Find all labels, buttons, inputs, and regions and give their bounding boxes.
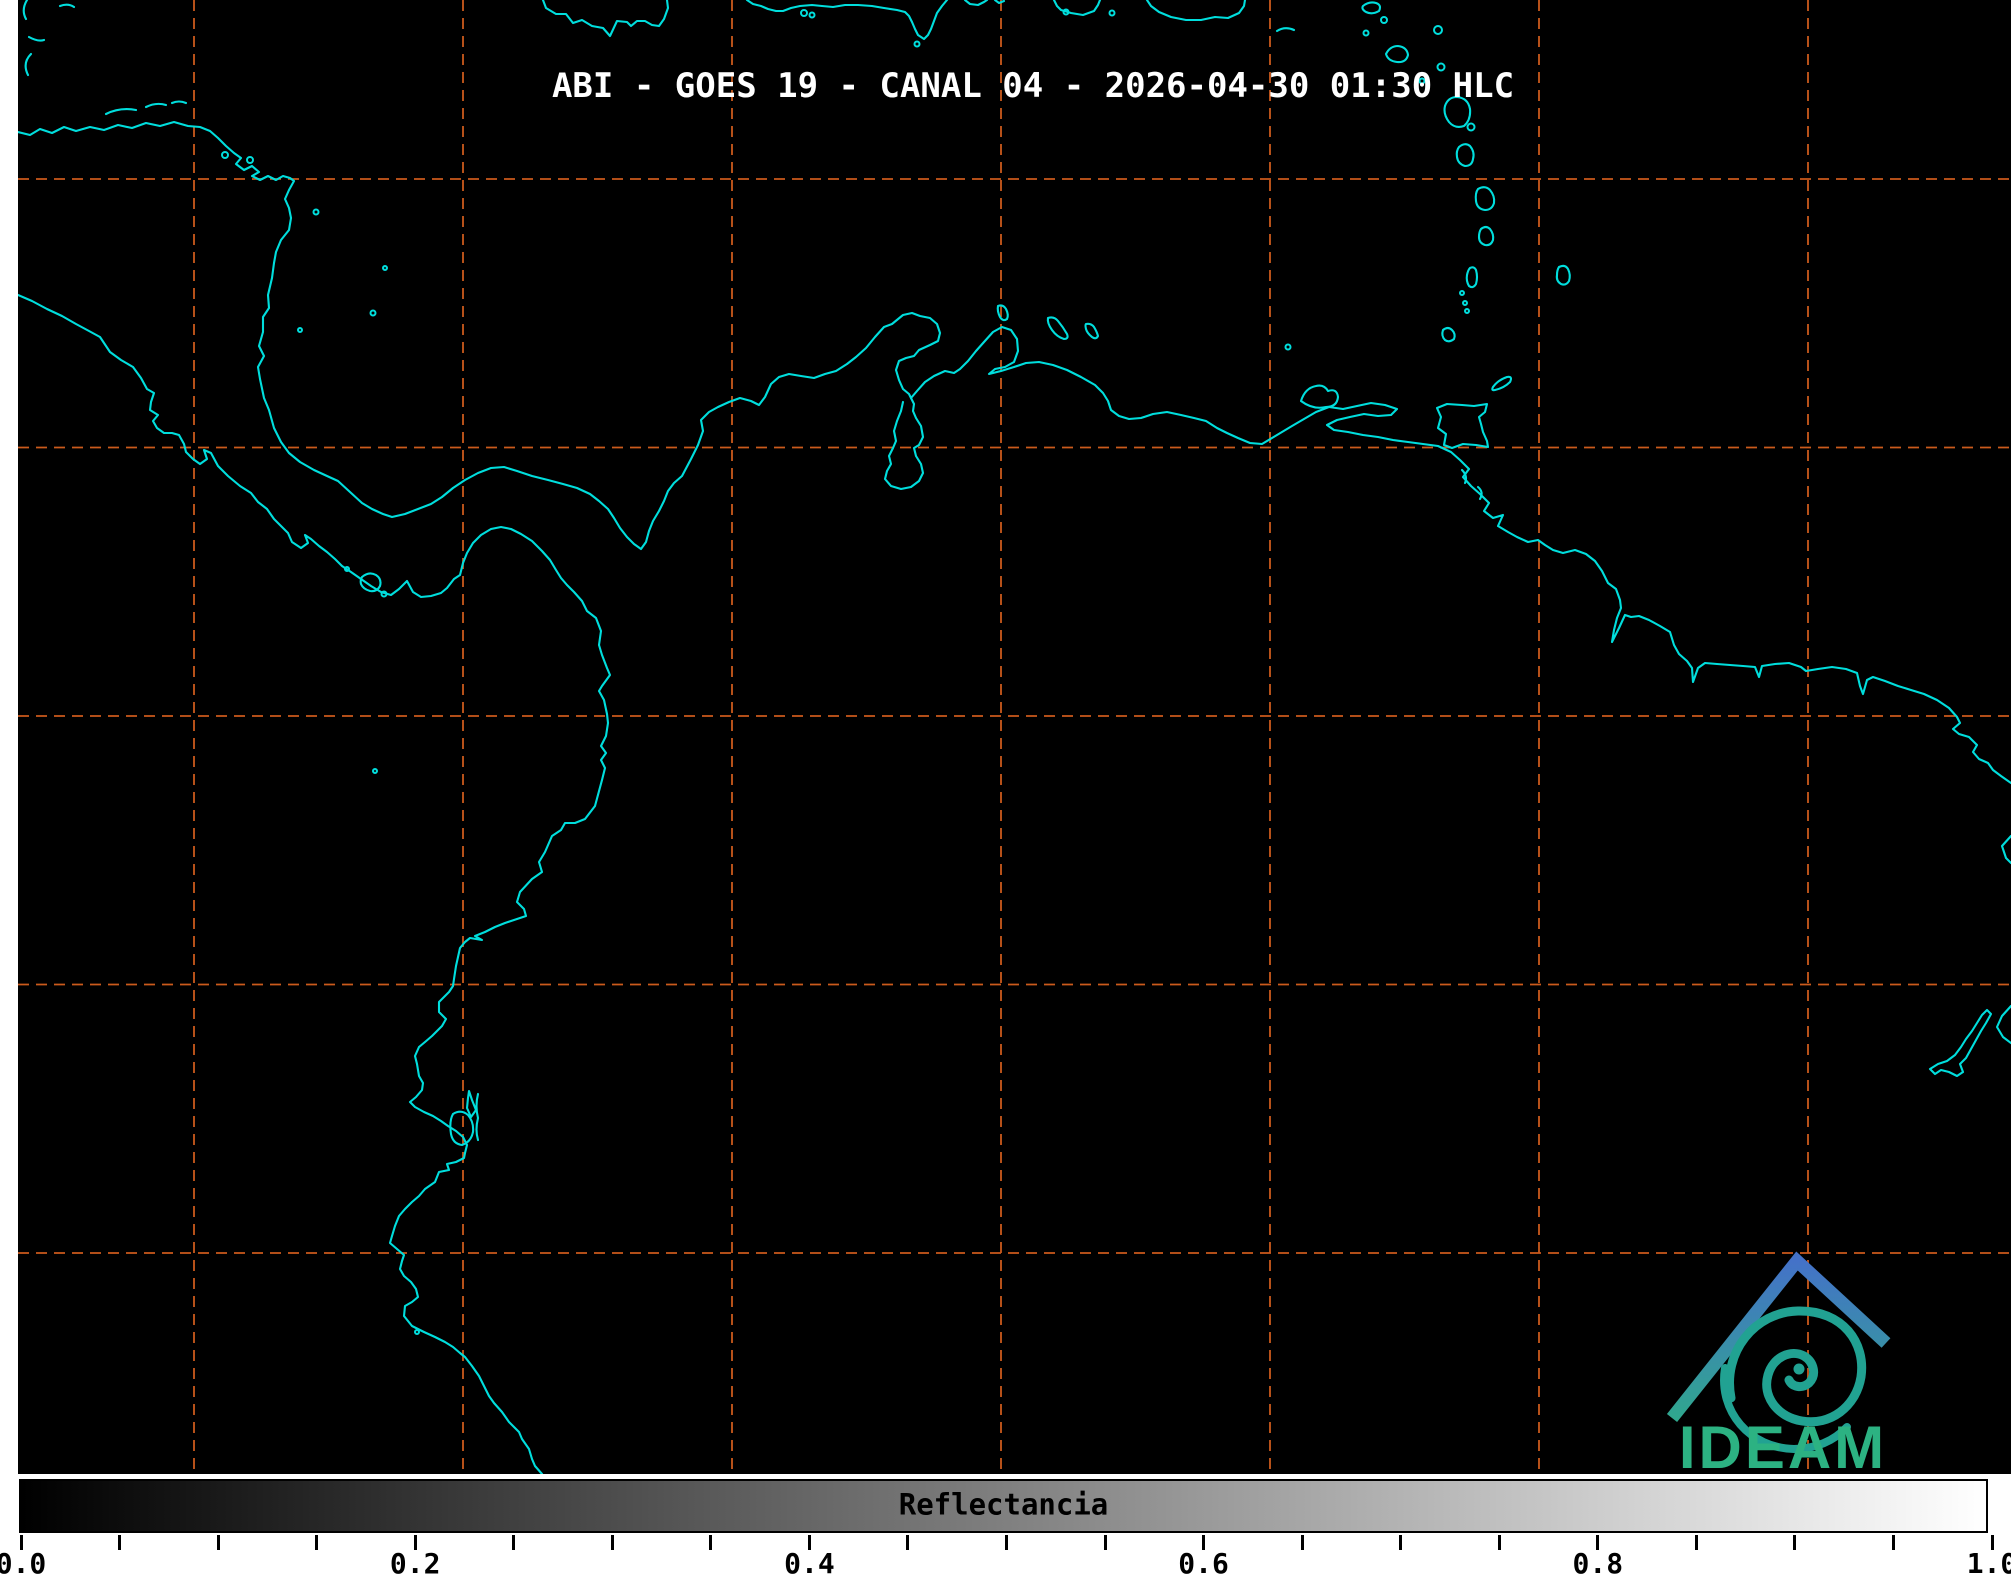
colorbar-label: Reflectancia: [898, 1487, 1109, 1522]
colorbar-minor-tick: [1497, 1535, 1501, 1550]
image-title: ABI - GOES 19 - CANAL 04 - 2026-04-30 01…: [551, 66, 1515, 106]
colorbar-minor-tick: [1694, 1535, 1698, 1550]
colorbar-tick-label: 0.8: [1572, 1547, 1624, 1577]
colorbar-minor-tick: [906, 1535, 910, 1550]
colorbar-minor-tick: [118, 1535, 122, 1550]
colorbar-minor-tick: [1300, 1535, 1304, 1550]
colorbar-tick-label: 1.0: [1966, 1547, 2011, 1577]
satellite-image-viewer: IDEAM ABI - GOES 19 - CANAL 04 - 2026-04…: [0, 0, 2011, 1577]
colorbar-tick-label: 0.0: [0, 1547, 47, 1577]
map-canvas: IDEAM: [18, 0, 2011, 1474]
colorbar-minor-tick: [512, 1535, 516, 1550]
colorbar-minor-tick: [315, 1535, 319, 1550]
colorbar-tick-label: 0.2: [389, 1547, 441, 1577]
colorbar-minor-tick: [1103, 1535, 1107, 1550]
logo-swirl-eye: [1793, 1363, 1805, 1375]
colorbar-minor-tick: [610, 1535, 614, 1550]
colorbar-minor-tick: [216, 1535, 220, 1550]
colorbar-tick-label: 0.6: [1178, 1547, 1229, 1577]
logo-wordmark: IDEAM: [1679, 1414, 1887, 1474]
colorbar-minor-tick: [1399, 1535, 1403, 1550]
colorbar-minor-tick: [709, 1535, 713, 1550]
colorbar-minor-tick: [1891, 1535, 1895, 1550]
colorbar: Reflectancia: [19, 1479, 1988, 1533]
colorbar-minor-tick: [1005, 1535, 1008, 1550]
colorbar-minor-tick: [1793, 1535, 1797, 1550]
colorbar-tick-label: 0.4: [784, 1547, 835, 1577]
